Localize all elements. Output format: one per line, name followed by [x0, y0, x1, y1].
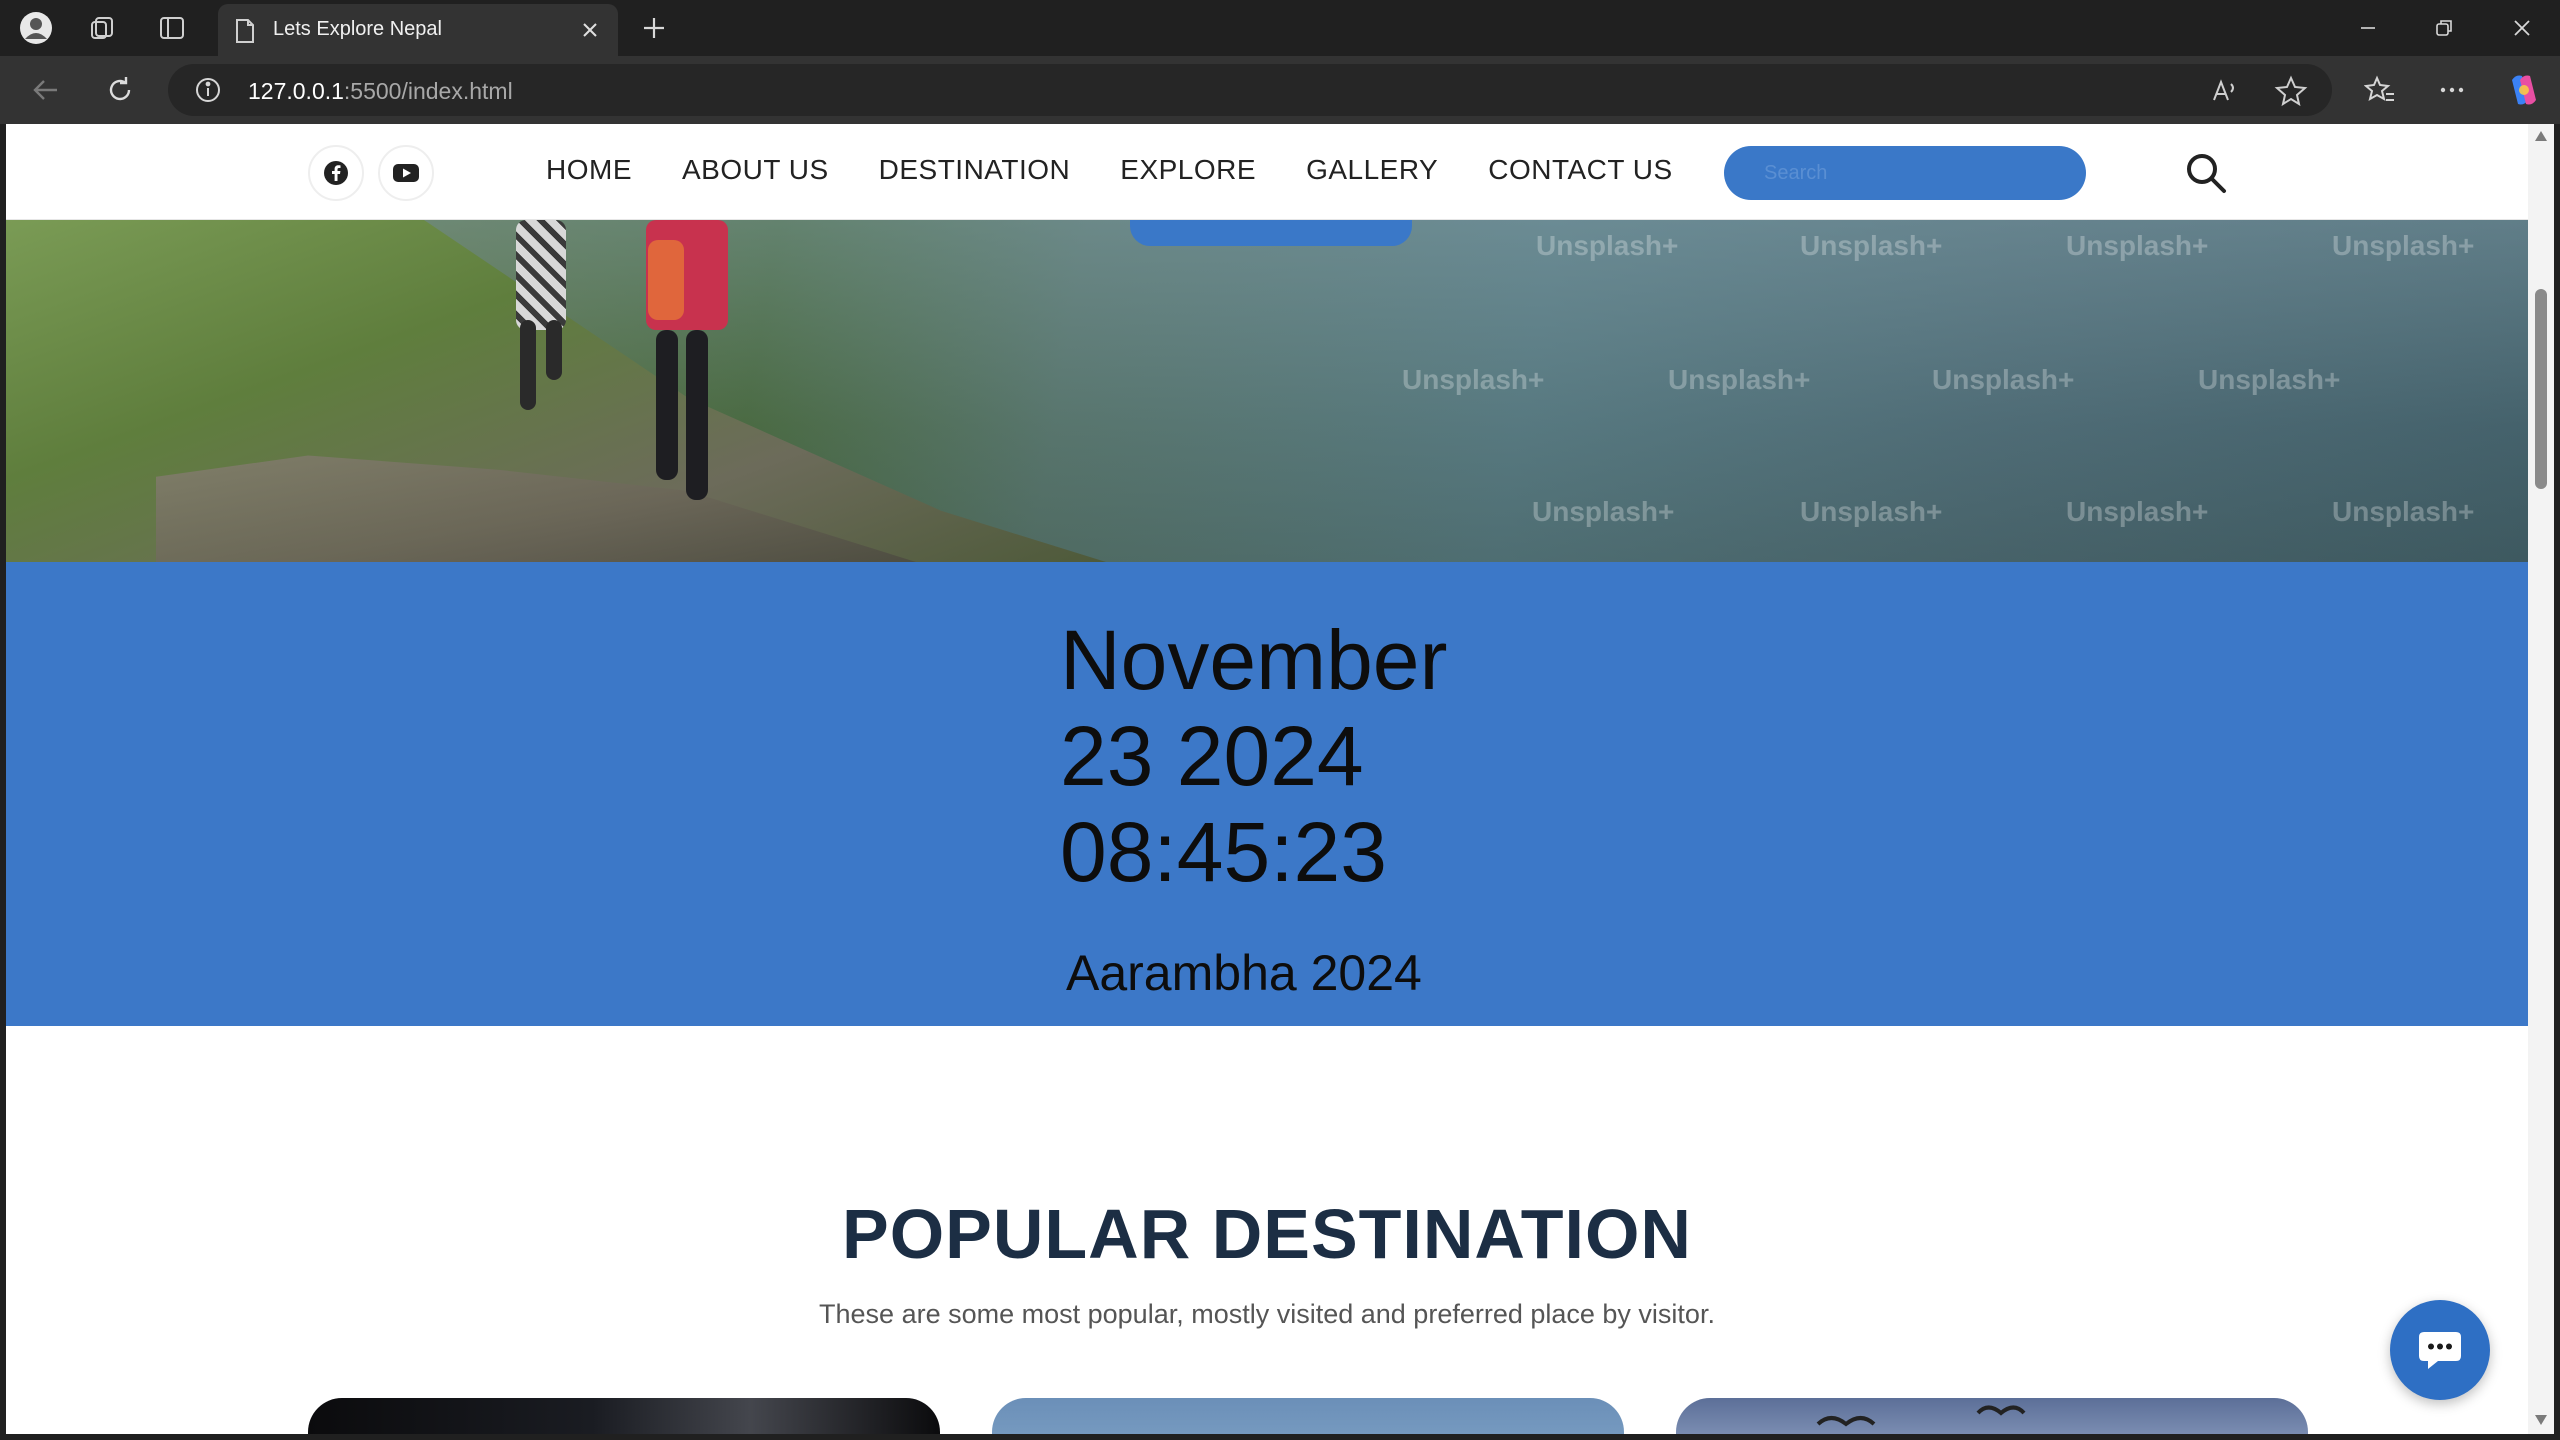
collections-icon[interactable] — [84, 10, 120, 46]
watermark: Unsplash+ — [1800, 496, 1943, 527]
favorite-star-icon[interactable] — [2274, 74, 2308, 108]
address-bar[interactable]: 127.0.0.1:5500/index.html — [168, 64, 2332, 116]
main-menu: HOME ABOUT US DESTINATION EXPLORE GALLER… — [546, 154, 1673, 186]
search-icon[interactable] — [2178, 146, 2234, 200]
close-window-icon[interactable] — [2492, 8, 2552, 48]
page-viewport: HOME ABOUT US DESTINATION EXPLORE GALLER… — [6, 124, 2528, 1434]
clock-time: 08:45:23 — [1060, 805, 1387, 899]
clock-date: 23 2024 — [1060, 709, 1364, 803]
clock-section: November 23 2024 08:45:23 Aarambha 2024 — [6, 562, 2528, 1026]
tab-close-icon[interactable] — [576, 16, 604, 44]
read-aloud-icon[interactable] — [2208, 74, 2242, 108]
clock-month: November — [1060, 613, 1448, 707]
scroll-up-icon[interactable] — [2534, 130, 2548, 142]
watermark: Unsplash+ — [2066, 230, 2209, 261]
refresh-icon[interactable] — [100, 70, 140, 110]
nav-contact-us[interactable]: CONTACT US — [1488, 154, 1672, 186]
browser-toolbar: 127.0.0.1:5500/index.html — [0, 56, 2560, 124]
favorites-list-icon[interactable] — [2360, 70, 2400, 110]
profile-icon[interactable] — [18, 10, 54, 46]
more-menu-icon[interactable] — [2432, 70, 2472, 110]
destination-card-2[interactable] — [992, 1398, 1624, 1434]
nav-destination[interactable]: DESTINATION — [879, 154, 1071, 186]
watermark: Unsplash+ — [1668, 364, 1811, 395]
watermark: Unsplash+ — [1536, 230, 1679, 261]
destination-card-3[interactable] — [1676, 1398, 2308, 1434]
hiker-left — [486, 220, 596, 420]
tab-active[interactable]: Lets Explore Nepal — [218, 4, 618, 56]
copilot-icon[interactable] — [2504, 70, 2544, 110]
vertical-scrollbar[interactable] — [2528, 124, 2554, 1434]
site-navbar: HOME ABOUT US DESTINATION EXPLORE GALLER… — [6, 124, 2528, 220]
site-info-icon[interactable] — [194, 76, 222, 104]
watermark: Unsplash+ — [2332, 496, 2475, 527]
watermark: Unsplash+ — [1532, 496, 1675, 527]
chat-button[interactable] — [2390, 1300, 2490, 1400]
page-icon — [236, 19, 254, 43]
new-tab-icon[interactable] — [636, 10, 672, 46]
scroll-thumb[interactable] — [2535, 289, 2547, 489]
url-text: 127.0.0.1:5500/index.html — [248, 78, 513, 104]
event-title: Aarambha 2024 — [1066, 945, 1422, 1001]
watermark: Unsplash+ — [1402, 364, 1545, 395]
nav-home[interactable]: HOME — [546, 154, 632, 186]
browser-titlebar: Lets Explore Nepal — [0, 0, 2560, 56]
youtube-icon[interactable] — [378, 145, 434, 201]
hero-button-edge[interactable] — [1130, 220, 1412, 246]
tab-title: Lets Explore Nepal — [273, 18, 442, 40]
facebook-icon[interactable] — [308, 145, 364, 201]
vertical-tabs-icon[interactable] — [154, 10, 190, 46]
section-subtitle: These are some most popular, mostly visi… — [819, 1299, 1715, 1329]
section-title: POPULAR DESTINATION — [842, 1195, 1692, 1273]
watermark: Unsplash+ — [2066, 496, 2209, 527]
destination-card-1[interactable] — [308, 1398, 940, 1434]
watermark: Unsplash+ — [1800, 230, 1943, 261]
search-input[interactable] — [1724, 146, 2086, 200]
hero-image: Unsplash+ Unsplash+ Unsplash+ Unsplash+ … — [6, 220, 2528, 562]
nav-gallery[interactable]: GALLERY — [1306, 154, 1438, 186]
hiker-right — [626, 220, 736, 520]
watermark: Unsplash+ — [2198, 364, 2341, 395]
back-icon[interactable] — [26, 70, 66, 110]
bird-icon — [1816, 1416, 1876, 1427]
nav-explore[interactable]: EXPLORE — [1120, 154, 1256, 186]
scroll-down-icon[interactable] — [2534, 1414, 2548, 1426]
chat-icon — [2419, 1332, 2461, 1369]
nav-about-us[interactable]: ABOUT US — [682, 154, 829, 186]
bird-icon — [1976, 1405, 2026, 1416]
watermark: Unsplash+ — [2332, 230, 2475, 261]
restore-icon[interactable] — [2414, 8, 2474, 48]
watermark: Unsplash+ — [1932, 364, 2075, 395]
minimize-icon[interactable] — [2338, 8, 2398, 48]
